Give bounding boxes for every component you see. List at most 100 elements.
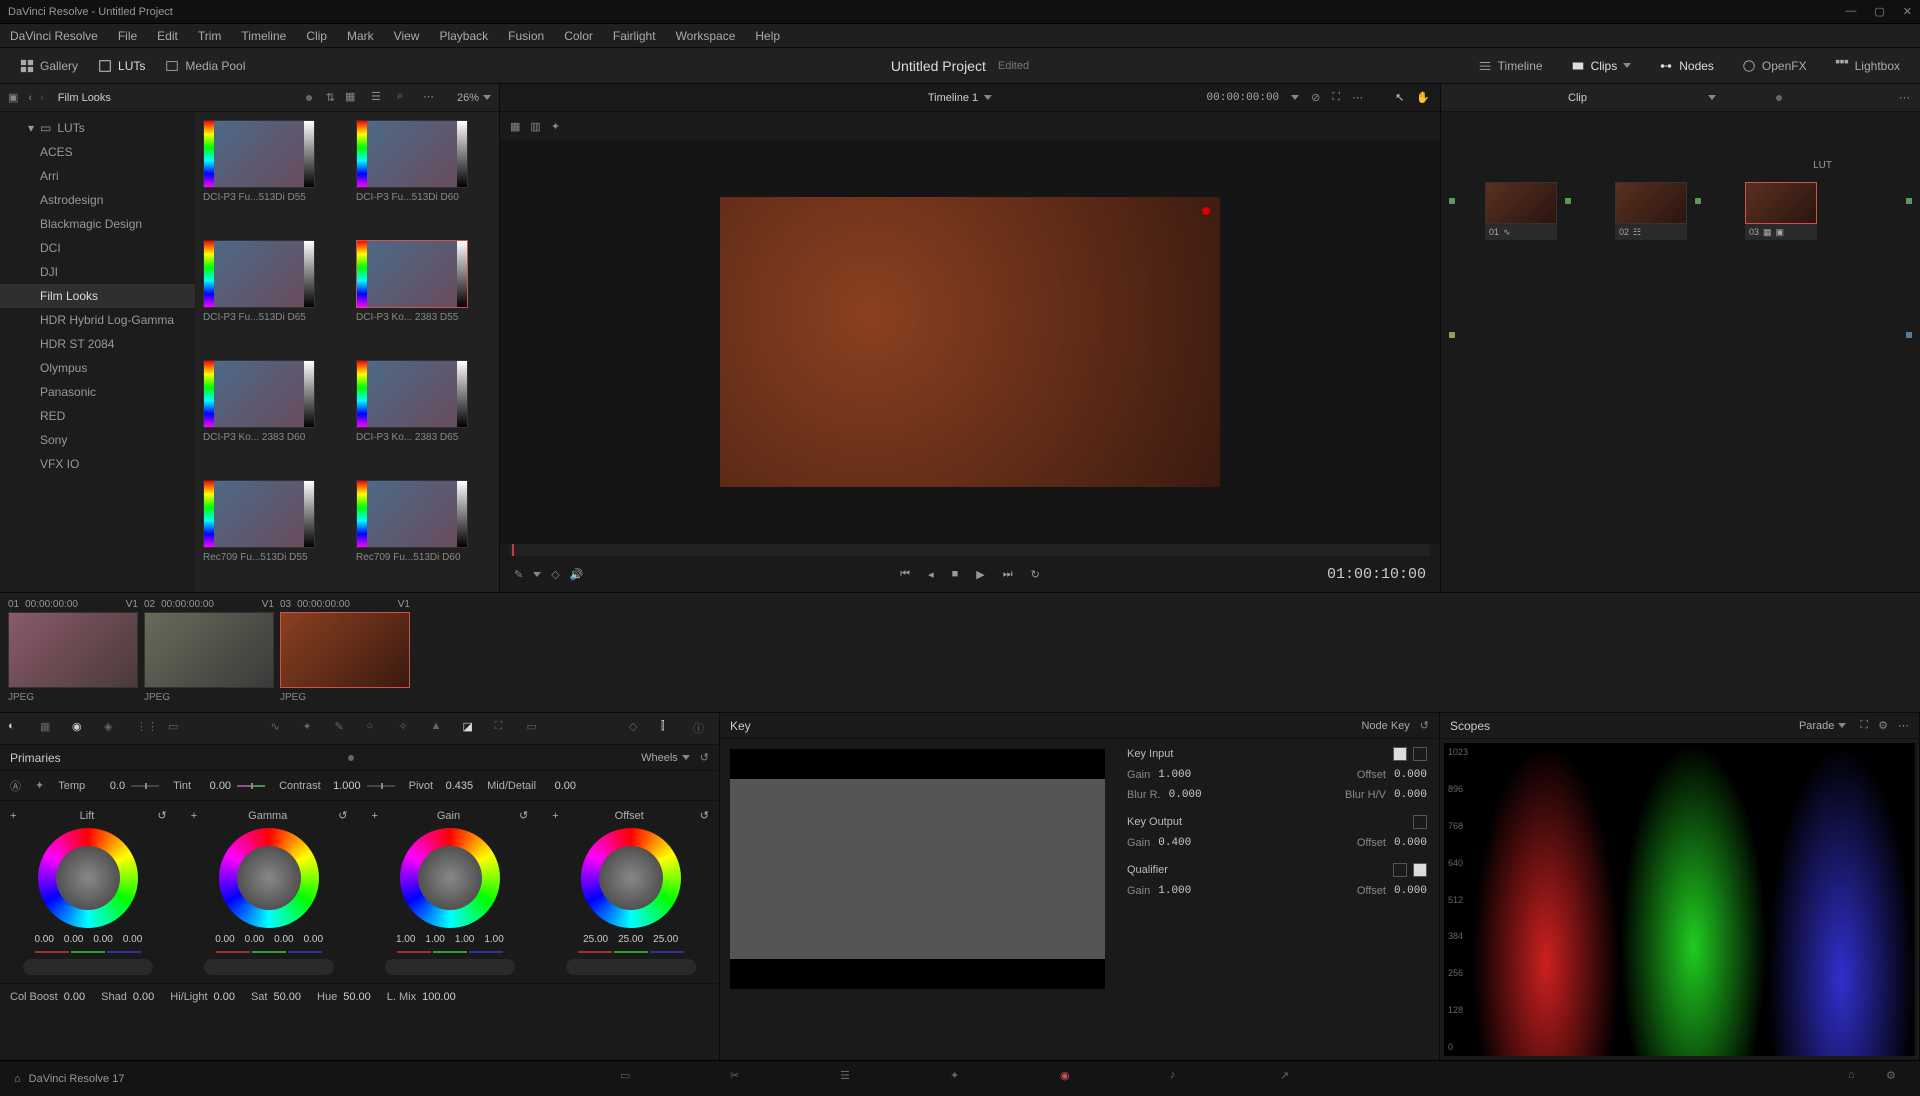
tree-folder[interactable]: ACES bbox=[0, 140, 195, 164]
menu-item[interactable]: Edit bbox=[147, 29, 188, 43]
lut-thumbnail[interactable]: DCI-P3 Fu...513Di D55 bbox=[203, 120, 338, 224]
edit-page-icon[interactable]: ☰ bbox=[840, 1069, 860, 1089]
cut-page-icon[interactable]: ✂ bbox=[730, 1069, 750, 1089]
color-page-icon[interactable]: ◉ bbox=[1060, 1069, 1080, 1089]
jog-wheel[interactable] bbox=[204, 959, 334, 975]
go-first-icon[interactable]: ⏮ bbox=[900, 568, 910, 581]
chevron-down-icon[interactable] bbox=[1708, 95, 1716, 100]
picker-icon[interactable]: + bbox=[10, 810, 16, 822]
reset-icon[interactable]: ↺ bbox=[519, 809, 528, 822]
stop-icon[interactable]: ■ bbox=[952, 568, 959, 580]
key-preview[interactable] bbox=[730, 749, 1105, 989]
scopes-mode[interactable]: Parade bbox=[1799, 720, 1834, 732]
picker-icon[interactable]: + bbox=[552, 810, 558, 822]
info-icon[interactable]: ⓘ bbox=[693, 720, 711, 738]
tree-folder[interactable]: DJI bbox=[0, 260, 195, 284]
reset-icon[interactable]: ↺ bbox=[700, 809, 709, 822]
project-settings-icon[interactable]: ⚙ bbox=[1886, 1069, 1906, 1089]
key-icon[interactable]: ◪ bbox=[463, 720, 481, 738]
magic-icon[interactable]: ▲ bbox=[431, 720, 449, 738]
window-icon[interactable]: ○ bbox=[367, 720, 385, 738]
node[interactable]: 02☷ bbox=[1615, 182, 1687, 240]
audio-icon[interactable]: 🔊 bbox=[570, 568, 584, 581]
alpha-output[interactable] bbox=[1906, 332, 1912, 338]
picker-icon[interactable]: ✦ bbox=[35, 779, 44, 792]
color-wheel[interactable] bbox=[581, 828, 681, 928]
zoom-level[interactable]: 26% bbox=[457, 92, 479, 104]
color-wheel[interactable] bbox=[38, 828, 138, 928]
more-icon[interactable]: ⋯ bbox=[1898, 719, 1909, 732]
settings-icon[interactable]: ⚙ bbox=[1878, 719, 1888, 732]
node-graph[interactable]: LUT 01∿ 02☷ 03▦▣ bbox=[1441, 112, 1920, 592]
tree-folder[interactable]: RED bbox=[0, 404, 195, 428]
media-page-icon[interactable]: ▭ bbox=[620, 1069, 640, 1089]
scrubber[interactable] bbox=[510, 544, 1430, 556]
openfx-button[interactable]: OpenFX bbox=[1732, 55, 1817, 77]
clip-thumbnail[interactable]: 0100:00:00:00V1 JPEG bbox=[8, 599, 138, 706]
picker-icon[interactable]: + bbox=[372, 810, 378, 822]
menu-item[interactable]: Timeline bbox=[231, 29, 296, 43]
tree-folder[interactable]: Blackmagic Design bbox=[0, 212, 195, 236]
chevron-down-icon[interactable] bbox=[984, 95, 992, 100]
reset-icon[interactable]: ↺ bbox=[1420, 719, 1429, 732]
maximize-icon[interactable]: ▢ bbox=[1874, 5, 1884, 18]
gallery-button[interactable]: Gallery bbox=[10, 55, 88, 77]
lut-thumbnail[interactable]: DCI-P3 Ko... 2383 D60 bbox=[203, 360, 338, 464]
bypass-icon[interactable]: ⊘ bbox=[1311, 91, 1320, 104]
keyframe-icon[interactable]: ◇ bbox=[629, 720, 647, 738]
tree-folder[interactable]: Olympus bbox=[0, 356, 195, 380]
hdr-icon[interactable]: ◈ bbox=[104, 720, 122, 738]
highlight-icon[interactable]: ▦ bbox=[510, 120, 520, 133]
jog-wheel[interactable] bbox=[385, 959, 515, 975]
lut-thumbnail[interactable]: DCI-P3 Fu...513Di D60 bbox=[356, 120, 491, 224]
tint-slider[interactable] bbox=[237, 785, 265, 787]
lut-thumbnail[interactable]: DCI-P3 Ko... 2383 D55 bbox=[356, 240, 491, 344]
tree-folder[interactable]: HDR Hybrid Log-Gamma bbox=[0, 308, 195, 332]
tree-folder[interactable]: Astrodesign bbox=[0, 188, 195, 212]
panel-toggle-icon[interactable]: ▣ bbox=[8, 91, 18, 104]
scopes-icon[interactable]: ⫿ bbox=[661, 720, 679, 738]
menu-item[interactable]: Playback bbox=[429, 29, 498, 43]
fusion-page-icon[interactable]: ✦ bbox=[950, 1069, 970, 1089]
lut-thumbnail[interactable]: DCI-P3 Ko... 2383 D65 bbox=[356, 360, 491, 464]
lightbox-button[interactable]: Lightbox bbox=[1825, 55, 1910, 77]
list-view-icon[interactable]: ☰ bbox=[371, 90, 387, 106]
tree-folder[interactable]: DCI bbox=[0, 236, 195, 260]
unmix-icon[interactable]: ◇ bbox=[551, 568, 559, 581]
play-icon[interactable]: ▶ bbox=[976, 568, 984, 581]
deliver-page-icon[interactable]: ↗ bbox=[1280, 1069, 1300, 1089]
color-wheel[interactable] bbox=[400, 828, 500, 928]
wheels-mode[interactable]: Wheels bbox=[641, 752, 678, 764]
timeline-button[interactable]: Timeline bbox=[1468, 55, 1553, 77]
key-mode[interactable]: Node Key bbox=[1361, 720, 1409, 732]
wand-icon[interactable]: ✦ bbox=[551, 120, 560, 133]
expand-icon[interactable]: ⛶ bbox=[1860, 719, 1868, 732]
tree-folder[interactable]: Panasonic bbox=[0, 380, 195, 404]
lut-thumbnail[interactable]: Rec709 Fu...513Di D55 bbox=[203, 480, 338, 584]
chevron-down-icon[interactable] bbox=[483, 95, 491, 100]
alpha-connector[interactable] bbox=[1449, 332, 1455, 338]
loop-icon[interactable]: ↻ bbox=[1031, 568, 1040, 581]
nodes-button[interactable]: Nodes bbox=[1649, 55, 1724, 77]
menu-item[interactable]: Color bbox=[554, 29, 603, 43]
source-connector[interactable] bbox=[1449, 198, 1455, 204]
color-wheel[interactable] bbox=[219, 828, 319, 928]
node-connector[interactable] bbox=[1565, 198, 1571, 204]
mediapool-button[interactable]: Media Pool bbox=[155, 55, 255, 77]
picker-icon[interactable]: ✎ bbox=[514, 568, 523, 581]
jog-wheel[interactable] bbox=[566, 959, 696, 975]
clip-thumbnail[interactable]: 0200:00:00:00V1 JPEG bbox=[144, 599, 274, 706]
output-connector[interactable] bbox=[1906, 198, 1912, 204]
menu-item[interactable]: File bbox=[108, 29, 147, 43]
reset-icon[interactable]: ↺ bbox=[158, 809, 167, 822]
picker-icon[interactable]: + bbox=[191, 810, 197, 822]
sizing-icon[interactable]: ⛶ bbox=[495, 720, 513, 738]
node[interactable]: 01∿ bbox=[1485, 182, 1557, 240]
auto-icon[interactable]: Ⓐ bbox=[10, 778, 21, 794]
node-mode[interactable]: Clip bbox=[1568, 92, 1587, 104]
tracking-icon[interactable]: ✧ bbox=[399, 720, 417, 738]
tree-folder[interactable]: VFX IO bbox=[0, 452, 195, 476]
viewer-timecode[interactable]: 00:00:00:00 bbox=[1207, 92, 1280, 104]
chevron-down-icon[interactable] bbox=[533, 572, 541, 577]
sort-icon[interactable]: ⇅ bbox=[326, 91, 335, 104]
